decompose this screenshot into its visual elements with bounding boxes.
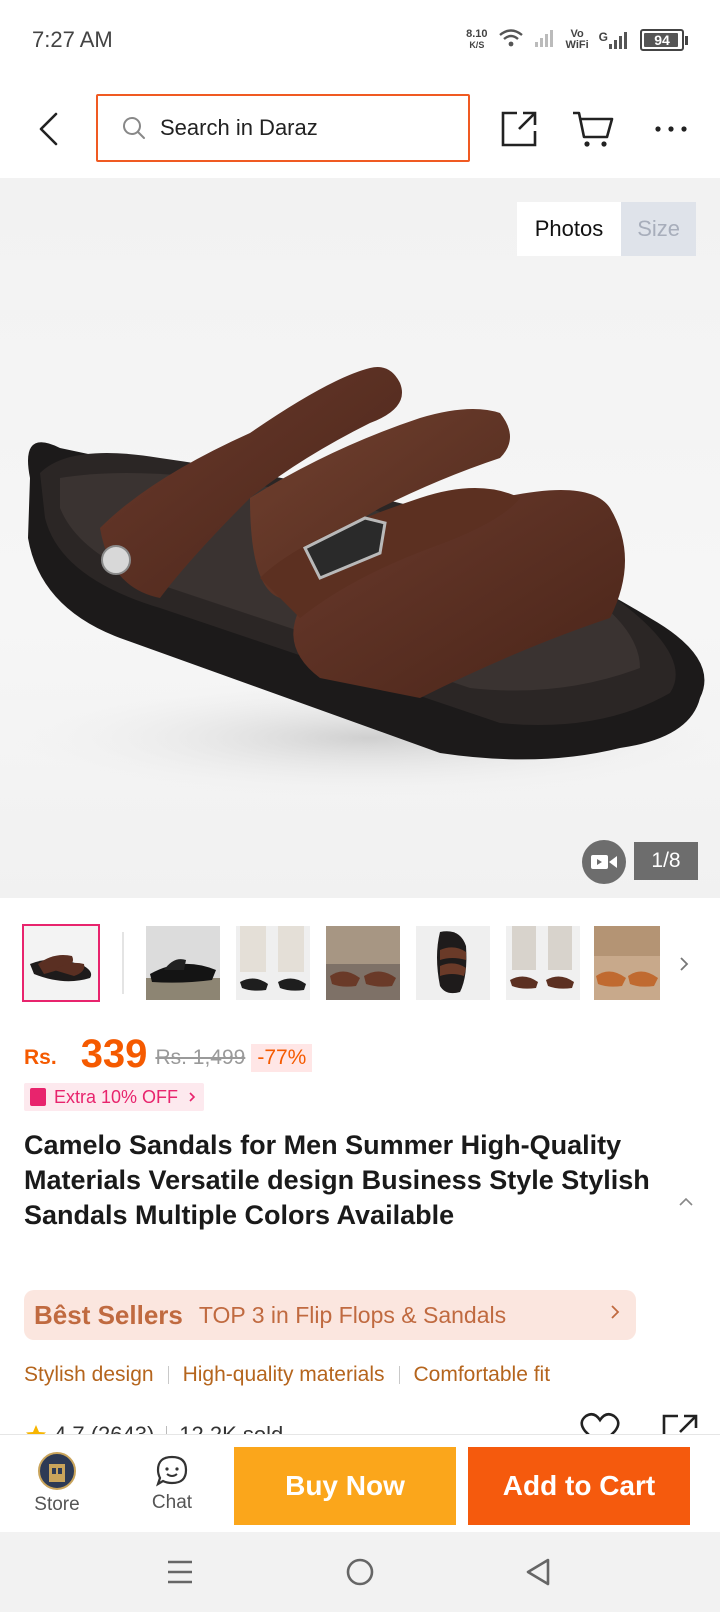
feature-tag: Comfortable fit: [413, 1363, 551, 1386]
thumbnail-image: [240, 926, 306, 991]
chat-label: Chat: [151, 1492, 193, 1513]
feature-separator: [398, 1366, 400, 1384]
cart-button[interactable]: [568, 104, 618, 154]
nav-home-button[interactable]: [338, 1550, 382, 1594]
header: Search in Daraz: [0, 80, 720, 178]
product-image: [10, 367, 720, 798]
wifi-icon: [498, 28, 524, 53]
feature-tag: High-quality materials: [182, 1363, 385, 1386]
feature-tags: Stylish design High-quality materials Co…: [24, 1360, 550, 1390]
chevron-right-icon: [611, 1305, 620, 1319]
discount-badge: -77%: [251, 1044, 313, 1072]
product-image-gallery[interactable]: Photos Size 1/8: [0, 178, 720, 898]
collapse-button[interactable]: [674, 1190, 698, 1214]
toggle-size[interactable]: Size: [621, 202, 696, 256]
nav-back-button[interactable]: [516, 1550, 560, 1594]
thumbnail-3[interactable]: [236, 926, 310, 1000]
more-icon: [655, 126, 687, 132]
thumbnail-4[interactable]: [326, 926, 400, 1000]
bottom-action-bar: Store Chat Buy Now Add to Cart: [0, 1434, 720, 1532]
battery-body: 94: [640, 29, 684, 51]
thumbnail-5[interactable]: [416, 926, 490, 1000]
thumbnail-image: [594, 926, 660, 987]
product-title: Camelo Sandals for Men Summer High-Quali…: [24, 1130, 650, 1230]
thumbnail-2[interactable]: [146, 926, 220, 1000]
back-arrow-icon: [39, 112, 58, 146]
bestseller-banner[interactable]: Bêst Sellers TOP 3 in Flip Flops & Sanda…: [24, 1290, 636, 1340]
thumbnail-strip: [0, 924, 720, 1004]
thumbnail-image: [437, 931, 467, 994]
network-speed-value: 8.10: [466, 28, 488, 40]
voucher-icon: [30, 1088, 46, 1106]
search-icon: [123, 117, 145, 139]
chevron-up-icon: [679, 1198, 693, 1206]
back-icon: [526, 1558, 550, 1586]
gallery-toggle: Photos Size: [516, 202, 696, 256]
chevron-right-icon: [189, 1092, 196, 1102]
feature-separator: [167, 1366, 169, 1384]
status-time: 7:27 AM: [32, 27, 113, 52]
network-type: G: [598, 30, 608, 44]
bestseller-text: TOP 3 in Flip Flops & Sandals: [198, 1301, 507, 1328]
bestseller-label: Bêst Sellers: [34, 1299, 183, 1330]
vowifi-indicator: Vo WiFi: [566, 29, 589, 51]
status-icons: 8.10 K/S Vo WiFi G 94: [466, 28, 688, 53]
status-bar: 7:27 AM 8.10 K/S Vo WiFi G 94: [0, 0, 720, 80]
thumbnail-image: [146, 959, 220, 1000]
home-icon: [346, 1558, 374, 1586]
store-button[interactable]: Store: [20, 1435, 94, 1533]
thumbnail-6[interactable]: [506, 926, 580, 1000]
network-speed-unit: K/S: [469, 40, 485, 50]
share-button[interactable]: [494, 104, 544, 154]
nav-menu-button[interactable]: [158, 1550, 202, 1594]
thumbnail-image: [510, 926, 574, 989]
price-row: Rs. 339 Rs. 1,499 -77%: [24, 1030, 313, 1076]
buy-now-button[interactable]: Buy Now: [234, 1447, 456, 1525]
chevron-right-icon: [680, 957, 689, 971]
thumbnail-divider: [122, 932, 124, 994]
thumbnail-next-button[interactable]: [672, 944, 696, 984]
voucher-chip[interactable]: Extra 10% OFF: [24, 1083, 205, 1111]
price-current: 339: [80, 1032, 148, 1076]
more-button[interactable]: [646, 104, 696, 154]
search-input[interactable]: Search in Daraz: [96, 94, 470, 162]
store-icon: [38, 1452, 76, 1490]
battery-level: 94: [654, 32, 670, 48]
cart-icon: [573, 111, 614, 147]
thumbnail-7[interactable]: [594, 926, 660, 1000]
page-counter: 1/8: [634, 842, 698, 880]
video-button[interactable]: [582, 840, 626, 884]
add-to-cart-button[interactable]: Add to Cart: [468, 1447, 690, 1525]
back-button[interactable]: [26, 104, 70, 154]
price-original: Rs. 1,499: [155, 1046, 246, 1069]
share-icon: [501, 111, 537, 147]
battery-icon: 94: [640, 29, 688, 51]
toggle-photos[interactable]: Photos: [516, 202, 622, 256]
video-camera-icon: [591, 855, 617, 869]
search-placeholder: Search in Daraz: [160, 115, 318, 140]
thumbnail-image: [326, 926, 400, 987]
vowifi-bottom: WiFi: [565, 39, 589, 51]
voucher-text: Extra 10% OFF: [54, 1086, 179, 1107]
thumbnail-image: [30, 955, 92, 982]
mobile-signal-icon: G: [599, 30, 630, 50]
thumbnail-1[interactable]: [22, 924, 100, 1002]
chat-button[interactable]: Chat: [134, 1435, 210, 1533]
feature-tag: Stylish design: [24, 1363, 154, 1386]
system-nav-bar: [0, 1532, 720, 1612]
signal-icon: [534, 28, 556, 53]
store-label: Store: [34, 1494, 80, 1515]
chat-icon: [156, 1455, 188, 1487]
menu-icon: [168, 1560, 192, 1584]
network-speed: 8.10 K/S: [466, 29, 487, 51]
price-currency: Rs.: [24, 1046, 57, 1069]
battery-tip: [685, 35, 688, 45]
